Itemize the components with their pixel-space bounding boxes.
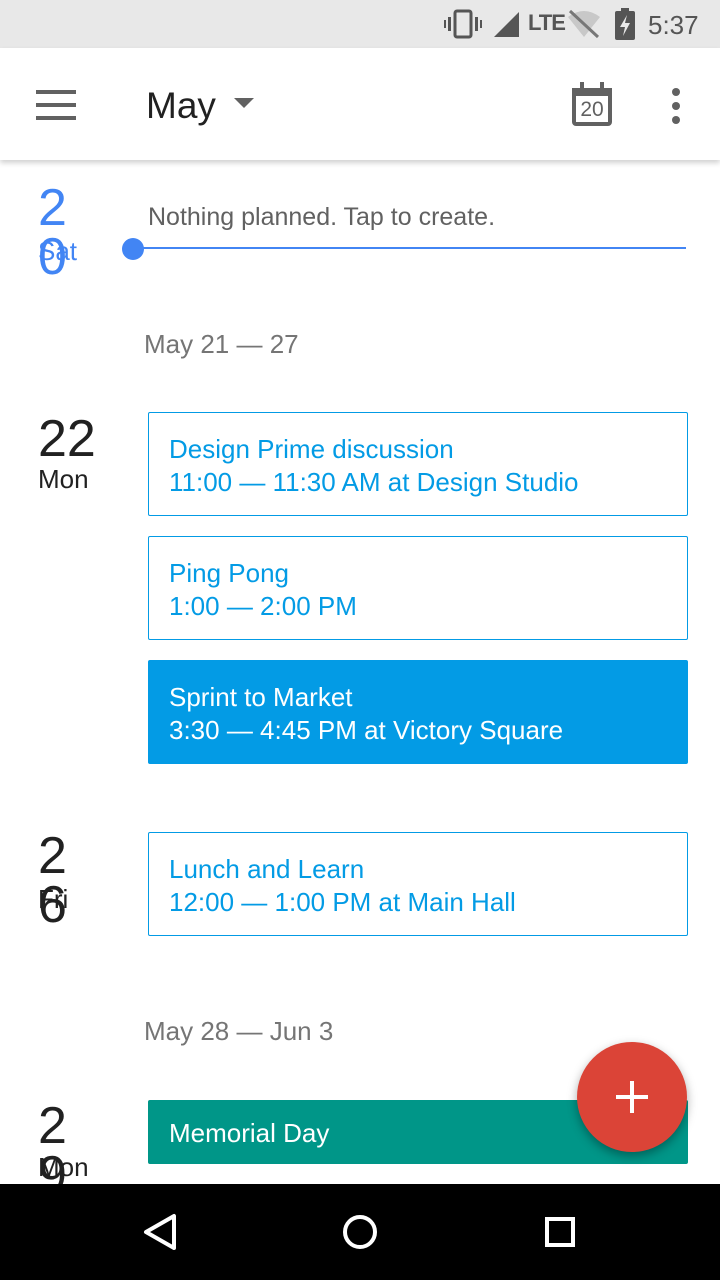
status-bar: LTE 5:37	[0, 0, 720, 48]
event-time: 3:30 — 4:45 PM at Victory Square	[169, 715, 564, 745]
cell-signal-icon	[494, 12, 519, 37]
nothing-planned-prompt[interactable]: Nothing planned. Tap to create.	[148, 203, 495, 232]
event-card[interactable]: Lunch and Learn 12:00 — 1:00 PM at Main …	[148, 832, 688, 936]
week-header: May 28 — Jun 3	[144, 1016, 334, 1046]
home-icon[interactable]	[336, 1208, 384, 1256]
today-number: 20	[580, 98, 604, 121]
day-weekday: Fri	[38, 884, 69, 914]
event-title: Lunch and Learn	[169, 854, 365, 884]
event-title: Design Prime discussion	[169, 434, 454, 464]
event-card[interactable]: Sprint to Market 3:30 — 4:45 PM at Victo…	[148, 660, 688, 764]
event-time: 12:00 — 1:00 PM at Main Hall	[169, 887, 516, 917]
vibrate-icon	[444, 9, 482, 39]
day-number: 26	[38, 827, 67, 935]
event-time: 11:00 — 11:30 AM at Design Studio	[169, 467, 579, 497]
today-day-number: 20	[38, 179, 67, 287]
event-title: Sprint to Market	[169, 682, 353, 712]
week-header: May 21 — 27	[144, 329, 299, 359]
current-time-dot	[122, 238, 144, 260]
network-type: LTE	[528, 10, 566, 35]
event-card[interactable]: Ping Pong 1:00 — 2:00 PM	[148, 536, 688, 640]
battery-charging-icon	[615, 8, 635, 40]
day-weekday: Mon	[38, 464, 89, 494]
navigation-bar	[0, 1184, 720, 1280]
current-time-line	[134, 247, 686, 249]
event-title: Ping Pong	[169, 558, 289, 588]
add-event-button[interactable]	[577, 1042, 687, 1152]
month-label: May	[146, 85, 216, 126]
dropdown-caret-icon	[233, 98, 254, 108]
day-weekday: Mon	[38, 1152, 89, 1182]
more-vert-icon[interactable]	[664, 86, 688, 126]
recents-icon[interactable]	[536, 1208, 584, 1256]
clock: 5:37	[648, 10, 699, 40]
day-number: 22	[38, 410, 96, 468]
app-bar: May 20	[0, 48, 720, 160]
event-time: 1:00 — 2:00 PM	[169, 591, 357, 621]
today-weekday: Sat	[38, 236, 78, 266]
back-icon[interactable]	[136, 1208, 184, 1256]
calendar-today-icon[interactable]: 20	[570, 80, 614, 128]
wifi-off-icon	[568, 9, 600, 39]
menu-icon[interactable]	[36, 90, 76, 120]
month-selector[interactable]: May	[146, 84, 254, 128]
event-card[interactable]: Design Prime discussion 11:00 — 11:30 AM…	[148, 412, 688, 516]
